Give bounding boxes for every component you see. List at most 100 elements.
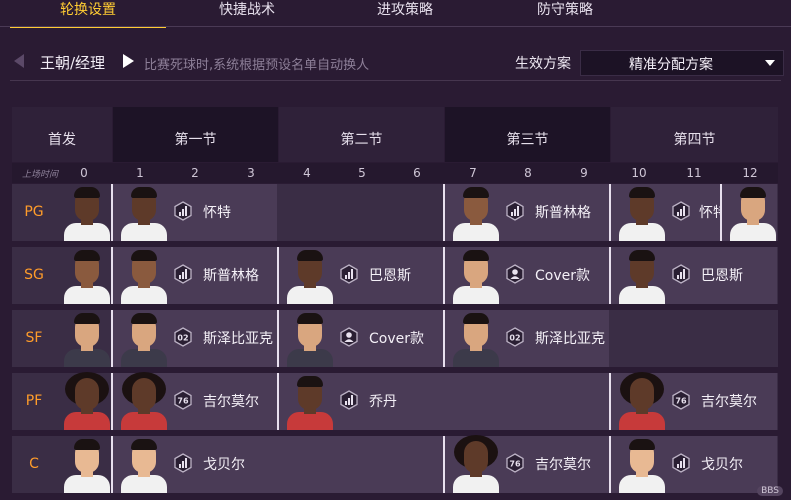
minute-tick: 2 (191, 166, 199, 180)
svg-text:76: 76 (177, 397, 189, 406)
minute-tick: 4 (303, 166, 311, 180)
substitution-slot[interactable] (722, 184, 777, 241)
substitution-slot[interactable]: 02 斯泽比亚克 (113, 310, 277, 367)
substitution-slot[interactable]: 76 吉尔莫尔 (113, 372, 277, 430)
minute-tick: 12 (742, 166, 758, 180)
player-portrait (451, 435, 501, 493)
slot-divider (443, 184, 445, 241)
minute-tick: 8 (524, 166, 532, 180)
substitution-slot[interactable]: 巴恩斯 (279, 247, 443, 304)
position-label: SG (24, 267, 44, 283)
substitution-slot[interactable]: 76 吉尔莫尔 (611, 372, 777, 430)
jersey-number-icon: 76 (671, 390, 691, 410)
slot-divider (111, 184, 113, 241)
slot-divider (443, 436, 445, 493)
substitution-slot[interactable]: 斯普林格 (445, 184, 609, 241)
player-name: Cover款 (369, 331, 424, 347)
bar-chart-icon (339, 390, 359, 410)
player-name: 斯普林格 (203, 268, 259, 284)
prev-arrow-icon[interactable] (14, 54, 24, 68)
minute-tick: 7 (469, 166, 477, 180)
bar-chart-icon (671, 453, 691, 473)
substitution-slot[interactable]: 斯普林格 (113, 247, 277, 304)
minute-tick: 11 (686, 166, 702, 180)
starter-portrait (62, 372, 112, 430)
player-name: Cover款 (535, 268, 590, 284)
substitution-slot[interactable]: Cover款 (445, 247, 609, 304)
player-portrait (617, 250, 667, 304)
bar-chart-icon (671, 264, 691, 284)
user-icon (505, 264, 525, 284)
quarter-header-3: 第三节 (445, 107, 610, 162)
starter-portrait (62, 313, 112, 367)
substitution-slot[interactable]: 02 斯泽比亚克 (445, 310, 609, 367)
player-name: 戈贝尔 (203, 457, 245, 473)
bar-chart-icon (339, 264, 359, 284)
minute-tick: 3 (247, 166, 255, 180)
starter-portrait (62, 250, 112, 304)
tab-defense-strategy[interactable]: 防守策略 (488, 0, 642, 26)
plan-dropdown[interactable]: 精准分配方案 (580, 50, 784, 76)
player-portrait (119, 439, 169, 493)
position-label: PF (25, 393, 43, 409)
substitution-slot[interactable]: 怀特 (611, 184, 727, 241)
player-portrait (119, 372, 169, 430)
starter-portrait (62, 439, 112, 493)
tab-rotation[interactable]: 轮换设置 (10, 0, 166, 28)
player-portrait (617, 187, 667, 241)
tab-offense-strategy[interactable]: 进攻策略 (328, 0, 482, 26)
minutes-ruler: 上场时间 0 1 2 3 4 5 6 7 8 9 10 11 12 (12, 163, 778, 183)
player-name: 斯泽比亚克 (203, 331, 273, 347)
plan-label: 生效方案 (515, 56, 571, 72)
play-arrow-icon[interactable] (123, 54, 134, 68)
player-name: 斯普林格 (535, 205, 591, 221)
substitution-slot[interactable]: 巴恩斯 (611, 247, 777, 304)
substitution-slot[interactable]: 乔丹 (279, 373, 609, 430)
substitution-slot[interactable]: Cover款 (279, 310, 443, 367)
rotation-row-c: C 戈贝尔 76 吉尔莫尔 戈贝尔 (12, 435, 778, 493)
bar-chart-icon (671, 201, 691, 221)
rotation-row-pg: PG 怀特 斯普林格 怀特 (12, 184, 778, 241)
player-portrait (285, 376, 335, 430)
player-name: 吉尔莫尔 (535, 457, 591, 473)
slot-divider (111, 436, 113, 493)
user-icon (339, 327, 359, 347)
quarter-label: 第三节 (506, 132, 549, 148)
slot-divider (111, 373, 113, 430)
player-name: 巴恩斯 (701, 268, 743, 284)
bar-chart-icon (173, 453, 193, 473)
quarter-header-4: 第四节 (611, 107, 778, 162)
minute-tick: 10 (631, 166, 647, 180)
jersey-number-icon: 76 (505, 453, 525, 473)
quarter-label: 第一节 (174, 132, 217, 148)
slot-divider (443, 247, 445, 304)
minute-tick: 6 (413, 166, 421, 180)
slot-divider (609, 436, 611, 493)
slot-divider (609, 184, 611, 241)
substitution-slot[interactable]: 戈贝尔 (611, 436, 777, 493)
player-name: 怀特 (203, 205, 231, 221)
bar-chart-icon (505, 201, 525, 221)
quarter-header-1: 第一节 (113, 107, 278, 162)
player-portrait (119, 187, 169, 241)
player-portrait (451, 313, 501, 367)
svg-text:02: 02 (177, 334, 188, 343)
jersey-number-icon: 02 (505, 327, 525, 347)
player-name: 乔丹 (369, 394, 397, 410)
player-name: 吉尔莫尔 (203, 394, 259, 410)
quarter-header-2: 第二节 (279, 107, 444, 162)
sub-header: 王朝/经理 比赛死球时,系统根据预设名单自动换人 生效方案 精准分配方案 (0, 44, 791, 78)
tab-quick-tactics[interactable]: 快捷战术 (170, 0, 324, 26)
minute-tick: 5 (358, 166, 366, 180)
starter-header: 首发 (12, 107, 112, 162)
substitution-slot[interactable]: 怀特 (113, 184, 277, 241)
substitution-slot[interactable]: 76 吉尔莫尔 (445, 435, 609, 493)
minute-tick: 9 (580, 166, 588, 180)
quarter-label: 第二节 (340, 132, 383, 148)
slot-divider (720, 184, 722, 241)
player-portrait (119, 313, 169, 367)
substitution-slot[interactable]: 戈贝尔 (113, 436, 443, 493)
player-portrait (285, 313, 335, 367)
slot-divider (609, 373, 611, 430)
slot-divider (443, 310, 445, 367)
